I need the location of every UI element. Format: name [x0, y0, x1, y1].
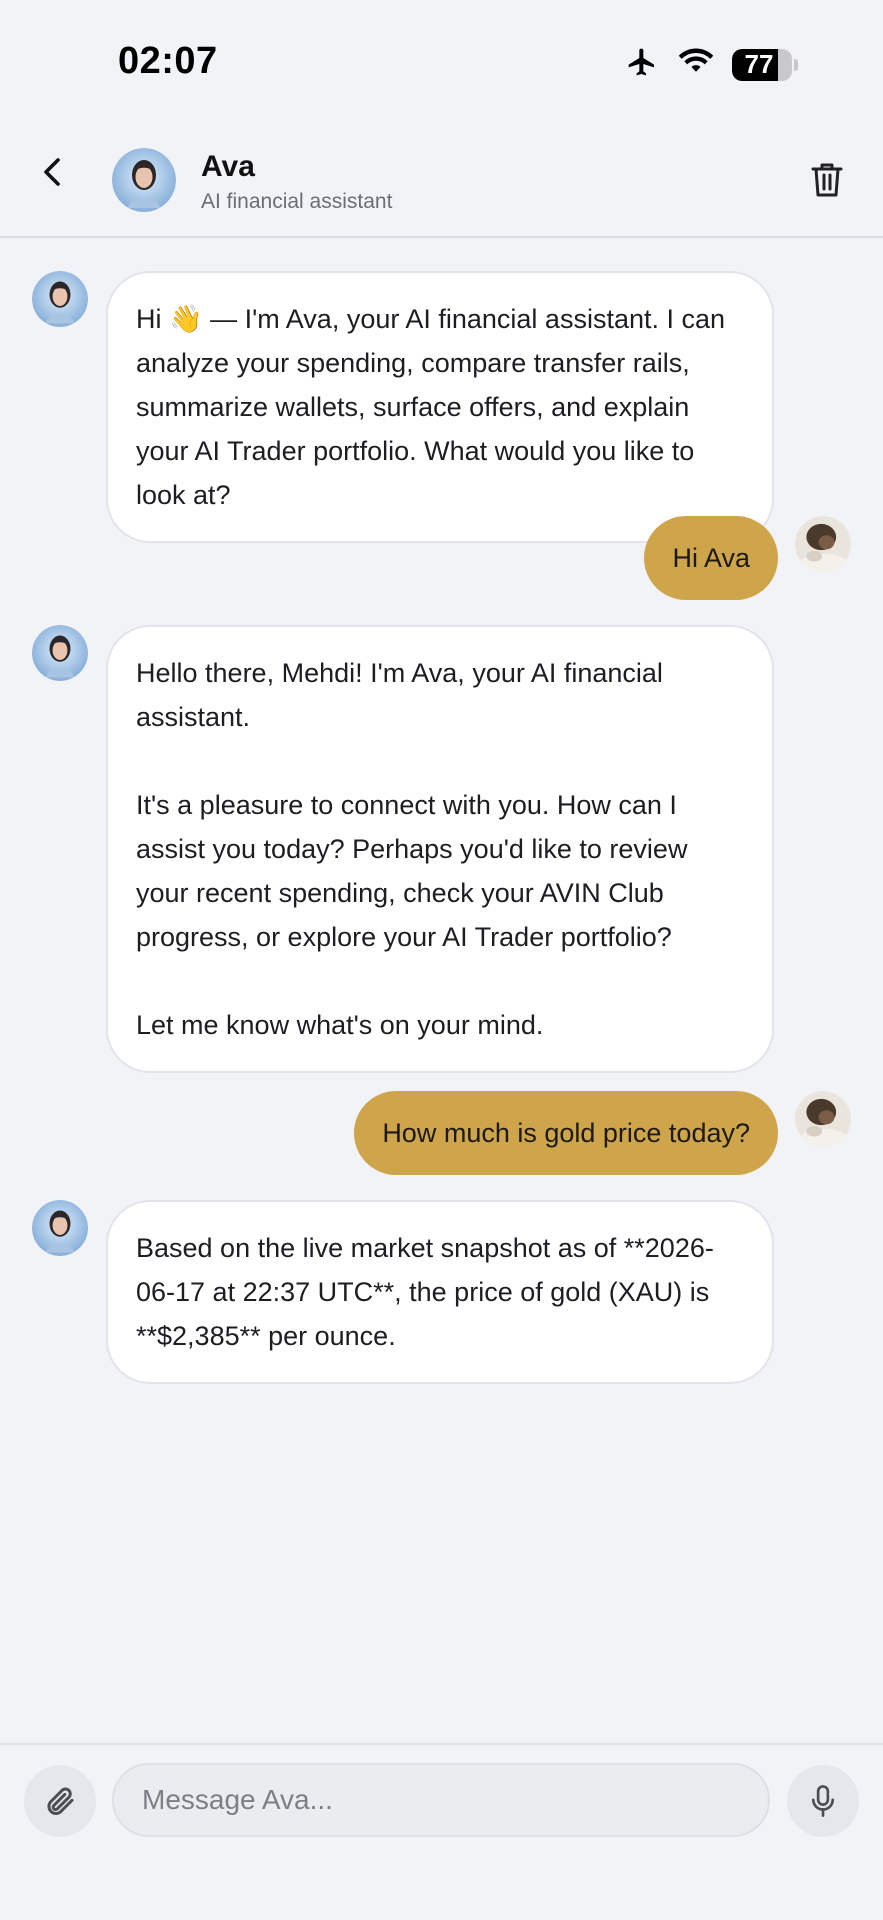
- delete-chat-button[interactable]: [807, 158, 847, 202]
- ai-message-bubble: Hello there, Mehdi! I'm Ava, your AI fin…: [106, 625, 774, 1073]
- assistant-subtitle: AI financial assistant: [201, 190, 393, 213]
- message-text: Hello there, Mehdi! I'm Ava, your AI fin…: [136, 658, 663, 732]
- message-composer: [0, 1743, 883, 1920]
- microphone-icon: [811, 1785, 835, 1817]
- message-input[interactable]: [112, 1763, 770, 1837]
- user-avatar: [795, 1091, 851, 1147]
- chevron-left-icon: [44, 158, 60, 186]
- airplane-mode-icon: [624, 46, 660, 83]
- ava-avatar: [112, 148, 176, 212]
- message-text: Based on the live market snapshot as of …: [136, 1233, 714, 1351]
- ava-avatar: [32, 271, 88, 327]
- ava-avatar: [32, 1200, 88, 1256]
- status-bar: 02:07 77: [0, 0, 883, 120]
- status-icons: 77: [624, 46, 798, 83]
- message-text: It's a pleasure to connect with you. How…: [136, 790, 688, 952]
- user-message-bubble: Hi Ava: [644, 516, 778, 600]
- battery-icon: 77: [732, 48, 792, 81]
- status-time: 02:07: [118, 40, 218, 82]
- battery-level: 77: [744, 49, 774, 79]
- message-text: Let me know what's on your mind.: [136, 1010, 544, 1040]
- attach-button[interactable]: [24, 1765, 96, 1837]
- assistant-name: Ava: [201, 150, 255, 183]
- paperclip-icon: [47, 1787, 74, 1815]
- user-message-bubble: How much is gold price today?: [354, 1091, 778, 1175]
- message-text: Hi 👋 — I'm Ava, your AI financial assist…: [136, 304, 726, 510]
- back-button[interactable]: [30, 150, 74, 194]
- ava-avatar: [32, 625, 88, 681]
- user-avatar: [795, 516, 851, 572]
- microphone-button[interactable]: [787, 1765, 859, 1837]
- ai-message-bubble: Hi 👋 — I'm Ava, your AI financial assist…: [106, 271, 774, 543]
- wifi-icon: [678, 47, 714, 82]
- battery-nub: [794, 58, 798, 71]
- chat-header: Ava AI financial assistant: [0, 120, 883, 238]
- ai-message-bubble: Based on the live market snapshot as of …: [106, 1200, 774, 1384]
- trash-icon: [811, 163, 843, 197]
